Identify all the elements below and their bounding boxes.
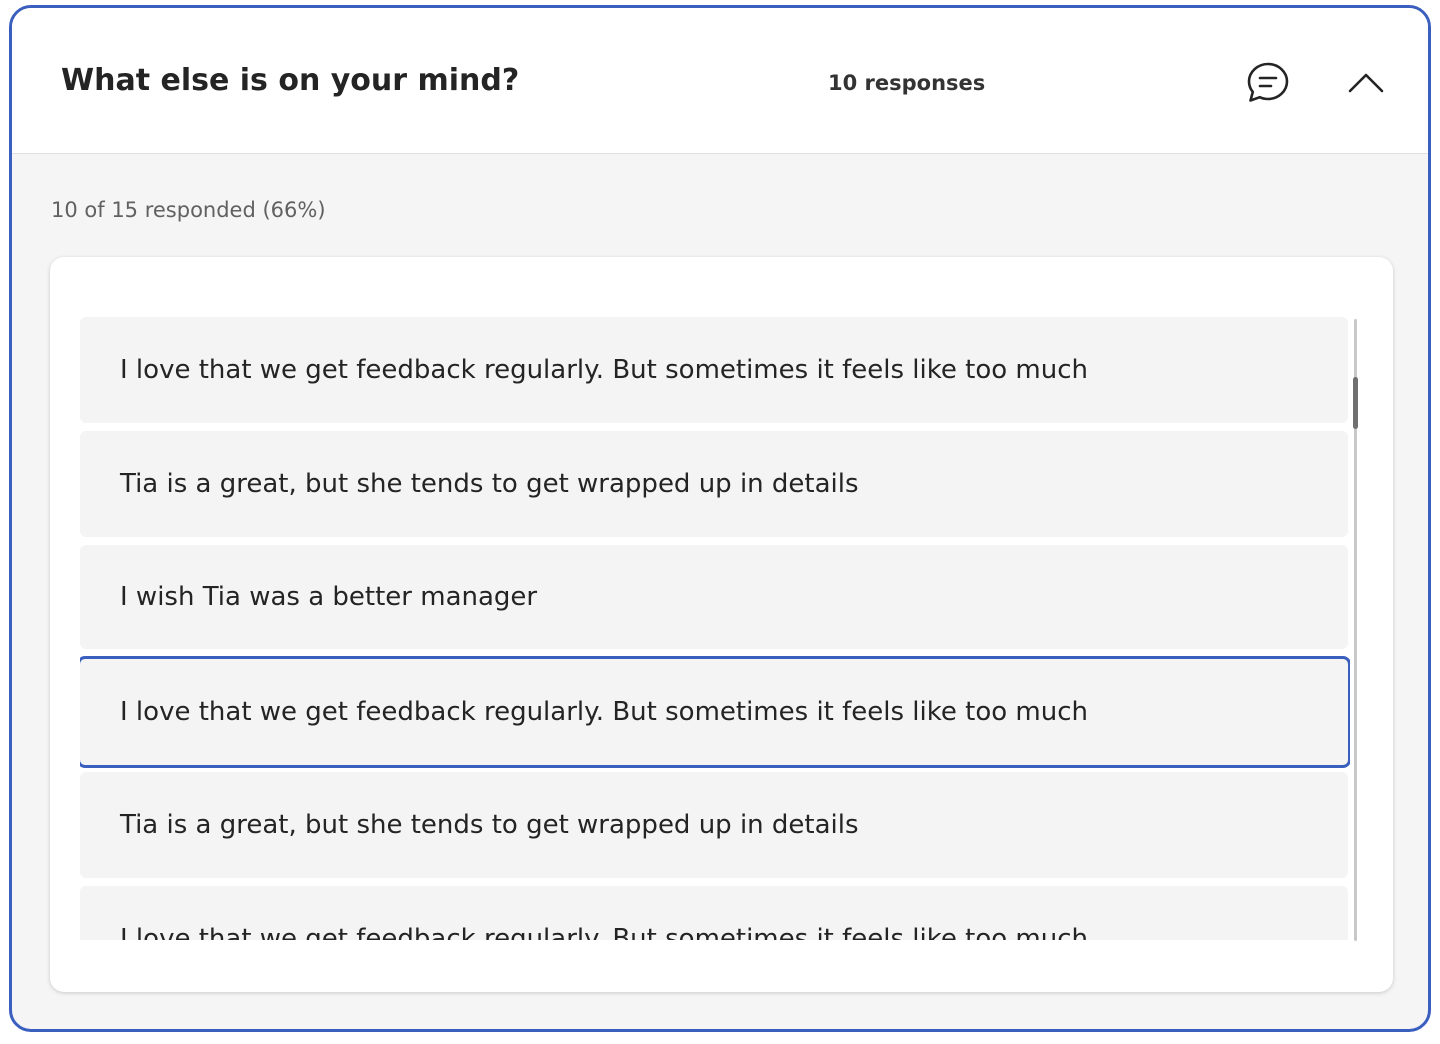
response-item[interactable]: I love that we get feedback regularly. B… xyxy=(80,317,1348,423)
response-text: I love that we get feedback regularly. B… xyxy=(120,355,1088,385)
response-item[interactable]: I wish Tia was a better manager xyxy=(80,545,1348,649)
question-card: What else is on your mind? 10 responses … xyxy=(9,5,1431,1032)
comment-button[interactable] xyxy=(1240,55,1296,111)
response-item[interactable]: Tia is a great, but she tends to get wra… xyxy=(80,431,1348,537)
response-item-selected[interactable]: I love that we get feedback regularly. B… xyxy=(80,656,1350,768)
response-text: Tia is a great, but she tends to get wra… xyxy=(120,469,859,499)
collapse-button[interactable] xyxy=(1338,55,1394,111)
responses-count: 10 responses xyxy=(828,71,986,95)
question-title: What else is on your mind? xyxy=(61,63,520,98)
response-item[interactable]: Tia is a great, but she tends to get wra… xyxy=(80,772,1348,878)
response-text: Tia is a great, but she tends to get wra… xyxy=(120,810,859,840)
responses-list[interactable]: I love that we get feedback regularly. B… xyxy=(80,317,1350,940)
response-text: I love that we get feedback regularly. B… xyxy=(120,697,1088,727)
response-text: I love that we get feedback regularly. B… xyxy=(120,924,1088,940)
card-header: What else is on your mind? 10 responses xyxy=(12,8,1428,154)
responses-panel: I love that we get feedback regularly. B… xyxy=(50,257,1393,992)
response-item[interactable]: I love that we get feedback regularly. B… xyxy=(80,886,1348,940)
comment-icon xyxy=(1247,62,1289,102)
response-text: I wish Tia was a better manager xyxy=(120,582,538,612)
response-summary: 10 of 15 responded (66%) xyxy=(51,198,326,222)
chevron-up-icon xyxy=(1348,73,1384,93)
scrollbar-thumb[interactable] xyxy=(1353,377,1358,429)
